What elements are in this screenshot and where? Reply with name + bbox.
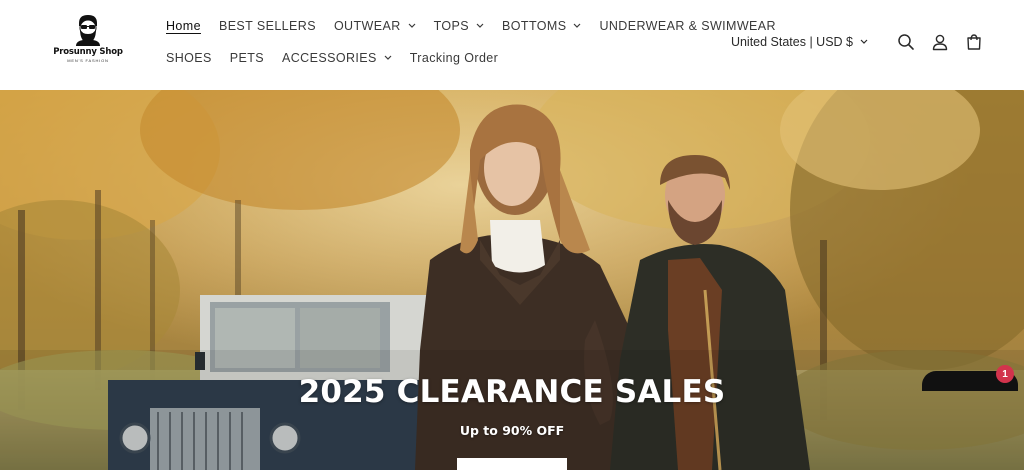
search-icon [898,34,914,50]
chevron-down-icon [860,39,868,44]
nav-item-label: OUTWEAR [333,19,401,33]
nav-item-tracking-order[interactable]: Tracking Order [410,50,499,66]
hero-image [0,90,1024,470]
chevron-down-icon [384,55,392,60]
account-button[interactable] [930,32,950,52]
locale-label: United States | USD $ [730,35,853,49]
nav-item-label: BOTTOMS [502,19,567,33]
brand-tagline: MEN'S FASHION [67,58,109,63]
hero-subtitle: Up to 90% OFF [459,423,565,438]
nav-item-shoes[interactable]: SHOES [166,50,212,66]
cart-button[interactable] [964,32,984,52]
hero-title: 2025 CLEARANCE SALES [298,374,726,410]
main-nav-row-1: Home BEST SELLERS OUTWEAR TOPS BOTTOMS U… [166,18,794,34]
cart-icon [967,34,981,50]
main-nav-row-2: SHOES PETS ACCESSORIES Tracking Order [166,50,516,66]
chevron-down-icon [408,23,416,28]
logo-mark-icon [76,15,100,46]
locale-selector[interactable]: United States | USD $ [731,35,868,49]
nav-item-pets[interactable]: PETS [230,50,264,66]
nav-item-label: BEST SELLERS [218,19,316,33]
nav-item-label: SHOES [166,51,212,65]
account-icon [932,34,948,51]
hero-banner: 2025 CLEARANCE SALES Up to 90% OFF [0,90,1024,470]
chevron-down-icon [476,23,484,28]
search-button[interactable] [896,32,916,52]
nav-item-best-sellers[interactable]: BEST SELLERS [219,18,316,34]
nav-item-label: UNDERWEAR & SWIMWEAR [599,19,776,33]
chat-notification-badge: 1 [996,365,1014,383]
nav-item-label: TOPS [433,19,470,33]
header-tools: United States | USD $ [731,32,984,52]
chevron-down-icon [574,23,581,28]
nav-item-label: Tracking Order [409,51,499,65]
nav-item-accessories[interactable]: ACCESSORIES [282,50,392,66]
nav-item-outwear[interactable]: OUTWEAR [334,18,416,34]
brand-logo[interactable]: Prosunny Shop MEN'S FASHION [50,14,126,70]
site-header: Prosunny Shop MEN'S FASHION Home BEST SE… [0,0,1024,90]
brand-name: Prosunny Shop [53,47,123,57]
nav-item-label: PETS [229,51,265,65]
nav-item-bottoms[interactable]: BOTTOMS [502,18,581,34]
hero-shop-button[interactable] [457,458,567,470]
nav-item-label: Home [166,19,201,33]
nav-item-label: ACCESSORIES [282,51,377,65]
nav-item-tops[interactable]: TOPS [434,18,484,34]
nav-item-home[interactable]: Home [166,18,201,34]
